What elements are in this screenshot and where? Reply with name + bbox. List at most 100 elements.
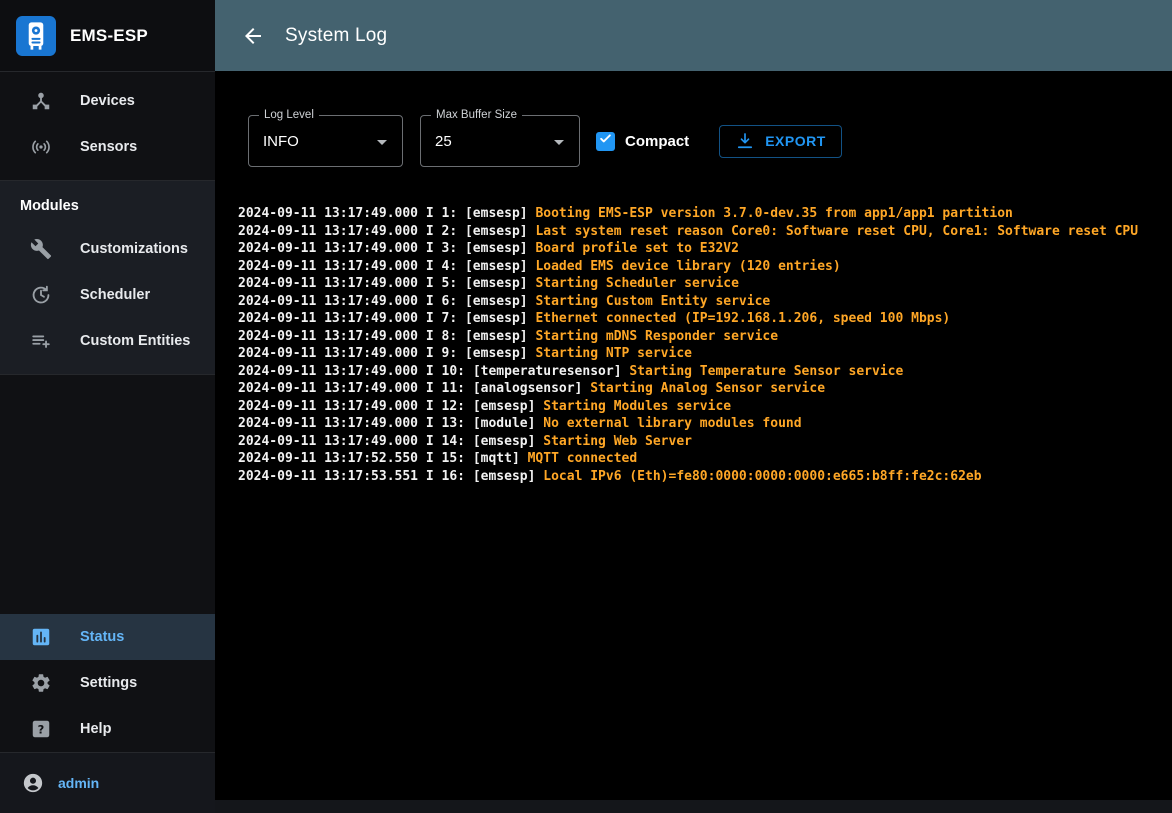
main: System Log Log Level INFO Max Buffer Siz…	[215, 0, 1172, 813]
log-timestamp: 2024-09-11 13:17:49.000	[238, 434, 418, 449]
sidebar-item-customizations[interactable]: Customizations	[0, 226, 215, 272]
log-line: 2024-09-11 13:17:49.000 I 1: [emsesp] Bo…	[238, 205, 1172, 223]
log-message: Starting Custom Entity service	[535, 294, 770, 309]
sidebar-item-status[interactable]: Status	[0, 614, 215, 660]
log-tag: [emsesp]	[465, 329, 528, 344]
sidebar-modules-section: Modules CustomizationsSchedulerCustom En…	[0, 180, 215, 375]
log-tag: [emsesp]	[465, 206, 528, 221]
log-id: 2:	[442, 224, 458, 239]
log-message: Last system reset reason Core0: Software…	[535, 224, 1138, 239]
sensors-icon	[30, 136, 52, 158]
log-line: 2024-09-11 13:17:49.000 I 13: [module] N…	[238, 415, 1172, 433]
sidebar-item-scheduler[interactable]: Scheduler	[0, 272, 215, 318]
log-tag: [emsesp]	[465, 259, 528, 274]
log-message: Ethernet connected (IP=192.168.1.206, sp…	[535, 311, 950, 326]
log-timestamp: 2024-09-11 13:17:49.000	[238, 206, 418, 221]
app-logo-icon	[16, 16, 56, 56]
export-button[interactable]: EXPORT	[719, 125, 842, 158]
check-icon	[598, 131, 613, 151]
account-circle-icon	[22, 772, 44, 794]
content: Log Level INFO Max Buffer Size 25 Compac…	[215, 71, 1172, 800]
log-id: 12:	[442, 399, 465, 414]
sidebar-item-label: Devices	[80, 93, 135, 109]
log-id: 5:	[442, 276, 458, 291]
log-id: 10:	[442, 364, 465, 379]
log-timestamp: 2024-09-11 13:17:49.000	[238, 346, 418, 361]
log-message: Local IPv6 (Eth)=fe80:0000:0000:0000:e66…	[543, 469, 981, 484]
appbar: System Log	[215, 0, 1172, 71]
sidebar-item-label: Sensors	[80, 139, 137, 155]
log-output: 2024-09-11 13:17:49.000 I 1: [emsesp] Bo…	[238, 205, 1172, 485]
app-title: EMS-ESP	[70, 26, 148, 46]
log-timestamp: 2024-09-11 13:17:52.550	[238, 451, 418, 466]
log-level: I	[426, 276, 434, 291]
log-timestamp: 2024-09-11 13:17:49.000	[238, 416, 418, 431]
log-tag: [module]	[473, 416, 536, 431]
log-line: 2024-09-11 13:17:49.000 I 9: [emsesp] St…	[238, 345, 1172, 363]
compact-checkbox[interactable]	[596, 132, 615, 151]
sidebar-item-devices[interactable]: Devices	[0, 78, 215, 124]
log-tag: [temperaturesensor]	[473, 364, 622, 379]
back-button[interactable]	[241, 24, 265, 48]
sidebar-item-settings[interactable]: Settings	[0, 660, 215, 706]
log-level: I	[426, 259, 434, 274]
playlist-add-icon	[30, 330, 52, 352]
log-tag: [emsesp]	[465, 346, 528, 361]
max-buffer-size-label: Max Buffer Size	[431, 109, 522, 121]
log-id: 15:	[442, 451, 465, 466]
log-message: Starting Analog Sensor service	[590, 381, 825, 396]
sidebar-item-label: Custom Entities	[80, 333, 190, 349]
log-line: 2024-09-11 13:17:52.550 I 15: [mqtt] MQT…	[238, 450, 1172, 468]
chevron-down-icon	[547, 130, 571, 154]
sidebar: EMS-ESP Devices Sensors Modules Customiza…	[0, 0, 215, 813]
log-level-select[interactable]: Log Level INFO	[248, 115, 403, 167]
log-line: 2024-09-11 13:17:53.551 I 16: [emsesp] L…	[238, 468, 1172, 486]
log-message: Board profile set to E32V2	[535, 241, 739, 256]
log-line: 2024-09-11 13:17:49.000 I 14: [emsesp] S…	[238, 433, 1172, 451]
log-message: Starting Modules service	[543, 399, 731, 414]
log-id: 14:	[442, 434, 465, 449]
log-level: I	[426, 206, 434, 221]
log-message: Starting Temperature Sensor service	[629, 364, 903, 379]
compact-checkbox-group[interactable]: Compact	[596, 132, 689, 151]
help-icon: ?	[30, 718, 52, 740]
update-icon	[30, 284, 52, 306]
log-level: I	[426, 346, 434, 361]
log-message: MQTT connected	[528, 451, 638, 466]
log-id: 8:	[442, 329, 458, 344]
log-line: 2024-09-11 13:17:49.000 I 8: [emsesp] St…	[238, 328, 1172, 346]
log-line: 2024-09-11 13:17:49.000 I 2: [emsesp] La…	[238, 223, 1172, 241]
download-icon	[735, 131, 755, 151]
sidebar-item-label: Settings	[80, 675, 137, 691]
log-line: 2024-09-11 13:17:49.000 I 4: [emsesp] Lo…	[238, 258, 1172, 276]
log-timestamp: 2024-09-11 13:17:49.000	[238, 311, 418, 326]
sidebar-item-help[interactable]: ?Help	[0, 706, 215, 752]
log-id: 13:	[442, 416, 465, 431]
log-id: 4:	[442, 259, 458, 274]
user-menu[interactable]: admin	[0, 753, 215, 813]
log-timestamp: 2024-09-11 13:17:53.551	[238, 469, 418, 484]
log-tag: [emsesp]	[473, 434, 536, 449]
log-tag: [emsesp]	[465, 311, 528, 326]
log-line: 2024-09-11 13:17:49.000 I 11: [analogsen…	[238, 380, 1172, 398]
page-title: System Log	[285, 25, 387, 47]
log-message: Starting Web Server	[543, 434, 692, 449]
sidebar-item-custom-entities[interactable]: Custom Entities	[0, 318, 215, 364]
assessment-icon	[30, 626, 52, 648]
log-level: I	[426, 241, 434, 256]
app-logo-row: EMS-ESP	[0, 0, 215, 72]
sidebar-item-label: Status	[80, 629, 124, 645]
log-line: 2024-09-11 13:17:49.000 I 12: [emsesp] S…	[238, 398, 1172, 416]
log-level: I	[426, 381, 434, 396]
log-message: Loaded EMS device library (120 entries)	[535, 259, 840, 274]
log-message: Starting NTP service	[535, 346, 692, 361]
max-buffer-size-select[interactable]: Max Buffer Size 25	[420, 115, 580, 167]
log-timestamp: 2024-09-11 13:17:49.000	[238, 241, 418, 256]
log-id: 3:	[442, 241, 458, 256]
log-id: 9:	[442, 346, 458, 361]
sidebar-item-sensors[interactable]: Sensors	[0, 124, 215, 170]
settings-icon	[30, 672, 52, 694]
log-level: I	[426, 294, 434, 309]
log-tag: [analogsensor]	[473, 381, 583, 396]
export-button-label: EXPORT	[765, 133, 826, 149]
